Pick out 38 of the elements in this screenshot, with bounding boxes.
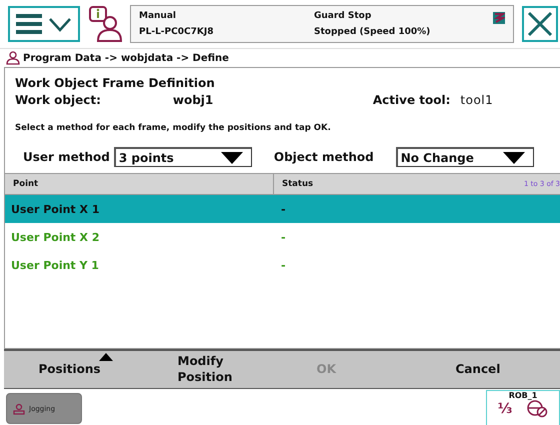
page-title: Work Object Frame Definition xyxy=(15,76,216,90)
status-panel[interactable]: Manual PL-L-PC0C7KJ8 Guard Stop Stopped (Speed 100%) xyxy=(130,5,514,43)
speed-text: Stopped (Speed 100%) xyxy=(314,27,432,37)
column-header: Point xyxy=(5,174,274,194)
table-row[interactable]: User Point X 2 - xyxy=(5,223,560,251)
dropdown-arrow-icon xyxy=(220,152,243,164)
positions-menu[interactable]: Positions xyxy=(4,351,143,388)
close-button[interactable] xyxy=(522,6,558,42)
user-icon xyxy=(13,402,25,414)
breadcrumb: Program Data -> wobjdata -> Define xyxy=(23,52,229,64)
robot-status-panel[interactable]: ROB_1 ⅓ xyxy=(486,390,560,425)
active-tool-value: tool1 xyxy=(460,93,494,107)
table-row[interactable]: User Point X 1 - xyxy=(5,195,560,223)
toolbar-button[interactable]: Modify Position xyxy=(143,351,282,388)
robot-name: ROB_1 xyxy=(508,391,538,400)
work-object-value: wobj1 xyxy=(172,93,214,107)
controller-name: PL-L-PC0C7KJ8 xyxy=(139,27,214,37)
column-header: Status xyxy=(282,179,314,189)
status-icon xyxy=(493,12,505,24)
user-method-dropdown[interactable]: 3 points xyxy=(114,147,252,167)
toolbar-button[interactable]: Cancel xyxy=(421,351,560,388)
object-method-label: Object method xyxy=(274,150,374,164)
active-tool-label: Active tool: xyxy=(372,93,450,107)
table-row[interactable]: User Point Y 1 - xyxy=(5,251,560,279)
user-method-label: User method xyxy=(23,150,110,164)
work-object-label: Work object: xyxy=(15,93,101,107)
menu-button[interactable] xyxy=(8,6,80,42)
caret-up-icon xyxy=(99,353,113,361)
run-mode-text: ⅓ xyxy=(498,401,512,417)
object-method-dropdown[interactable]: No Change xyxy=(396,147,534,167)
speed-disabled-icon xyxy=(526,400,548,418)
close-icon xyxy=(526,10,554,38)
state-text: Guard Stop xyxy=(314,11,372,21)
mode-text: Manual xyxy=(139,11,178,21)
instruction-text: Select a method for each frame, modify the positions and tap OK. xyxy=(15,123,332,133)
info-person-icon[interactable] xyxy=(88,5,122,43)
dropdown-arrow-icon xyxy=(502,152,525,164)
user-icon xyxy=(6,51,20,65)
